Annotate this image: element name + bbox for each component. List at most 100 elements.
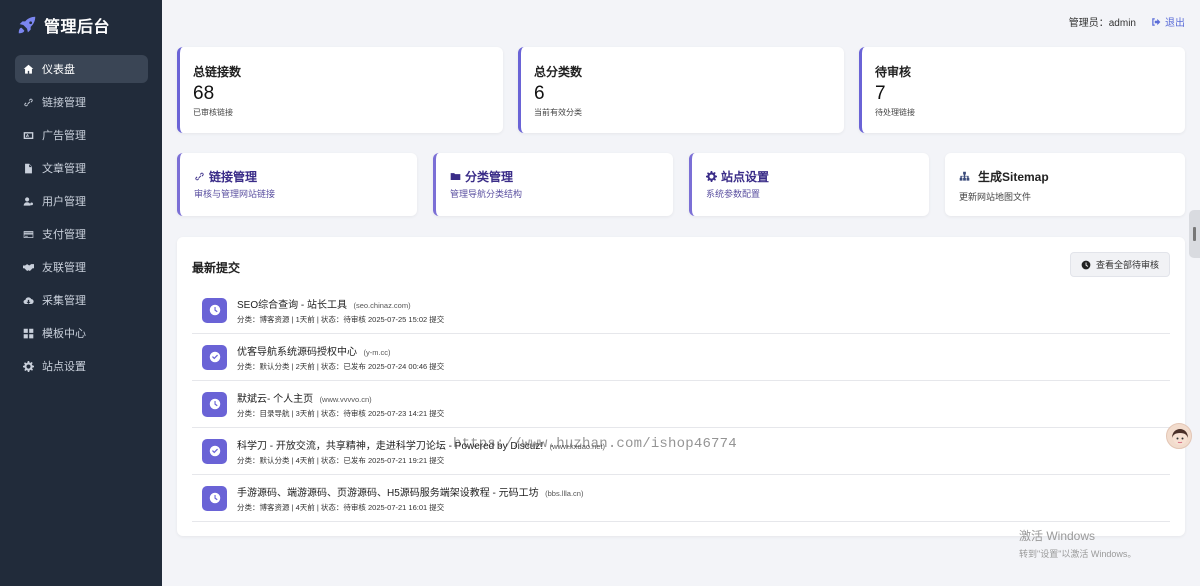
stat-title: 待审核: [875, 65, 912, 79]
status-badge: [202, 485, 227, 511]
check-circle-icon: [209, 351, 220, 363]
activation-subtitle: 转到"设置"以激活 Windows。: [1019, 549, 1137, 559]
sidebar-item-templates[interactable]: 模板中心: [15, 319, 148, 347]
ad-icon: [23, 130, 34, 141]
clock-icon: [209, 492, 220, 504]
list-item[interactable]: 默斌云- 个人主页 (www.vvvvo.cn) 分类：目录导航 | 3天前 |…: [192, 381, 1170, 428]
sidebar-item-label: 采集管理: [42, 295, 86, 307]
link-icon: [195, 172, 204, 181]
sidebar-item-ads[interactable]: 广告管理: [15, 121, 148, 149]
submission-name[interactable]: 优客导航系统源码授权中心: [237, 347, 357, 358]
sidebar-item-label: 站点设置: [42, 361, 86, 373]
sign-out-icon: [1152, 17, 1161, 26]
sidebar-item-articles[interactable]: 文章管理: [15, 154, 148, 182]
list-item[interactable]: 优客导航系统源码授权中心 (y-m.cc) 分类：默认分类 | 2天前 | 状态…: [192, 334, 1170, 381]
panel-title: 最新提交: [192, 261, 241, 275]
quick-link-links[interactable]: 链接管理 审核与管理网站链接: [177, 153, 417, 216]
clock-icon: [1081, 260, 1091, 269]
gear-icon: [23, 360, 34, 372]
quick-link-categories[interactable]: 分类管理 管理导航分类结构: [433, 153, 673, 216]
status-badge: [202, 391, 227, 417]
sidebar-item-settings[interactable]: 站点设置: [15, 352, 148, 380]
submission-meta: 分类：博客资源 | 1天前 | 状态：待审核 2025-07-25 15:02 …: [237, 315, 445, 325]
quick-link-title: 链接管理: [209, 170, 258, 184]
submission-list: SEO综合查询 - 站长工具 (seo.chinaz.com) 分类：博客资源 …: [192, 287, 1170, 522]
avatar-face-icon: [1172, 429, 1188, 445]
submission-meta: 分类：默认分类 | 2天前 | 状态：已发布 2025-07-24 00:46 …: [237, 362, 445, 372]
sidebar-item-label: 链接管理: [42, 97, 86, 109]
topbar: 管理员：admin 退出: [1069, 14, 1185, 29]
quick-link-subtitle: 系统参数配置: [706, 189, 761, 199]
submission-domain: (y-m.cc): [363, 348, 391, 358]
sidebar-item-collect[interactable]: 采集管理: [15, 286, 148, 314]
submission-meta: 分类：目录导航 | 3天前 | 状态：待审核 2025-07-23 14:21 …: [237, 409, 445, 419]
grid-icon: [23, 328, 34, 339]
link-icon: [23, 97, 34, 108]
stat-subtitle: 当前有效分类: [534, 108, 582, 117]
user-gear-icon: [23, 196, 34, 207]
list-item[interactable]: 手游源码、端游源码、页游源码、H5源码服务端架设教程 - 元码工坊 (bbs.l…: [192, 475, 1170, 522]
credit-card-icon: [23, 229, 34, 240]
quick-link-sitemap[interactable]: 生成Sitemap 更新网站地图文件: [945, 153, 1185, 216]
check-circle-icon: [209, 445, 220, 457]
submission-name[interactable]: SEO综合查询 - 站长工具: [237, 300, 347, 311]
logout-button[interactable]: 退出: [1151, 14, 1185, 29]
submission-name[interactable]: 手游源码、端游源码、页游源码、H5源码服务端架设教程 - 元码工坊: [237, 488, 539, 499]
gear-icon: [706, 171, 717, 182]
cloud-download-icon: [23, 295, 34, 306]
stat-value: 6: [534, 83, 545, 104]
handshake-icon: [23, 262, 34, 273]
sidebar-item-label: 支付管理: [42, 229, 86, 241]
main-content: 管理员：admin 退出 总链接数 68 已审核链接 总分类数 6 当前有效分类…: [162, 0, 1200, 586]
file-icon: [23, 163, 34, 174]
sidebar-item-links[interactable]: 链接管理: [15, 88, 148, 116]
dashboard-icon: [23, 64, 34, 75]
quick-link-settings[interactable]: 站点设置 系统参数配置: [689, 153, 929, 216]
brand[interactable]: 管理后台: [0, 0, 162, 50]
side-drawer-handle[interactable]: [1189, 210, 1200, 258]
sidebar-item-label: 仪表盘: [42, 64, 75, 76]
sidebar-item-label: 友联管理: [42, 262, 86, 274]
grip-icon: [1193, 227, 1196, 241]
stat-subtitle: 已审核链接: [193, 108, 233, 117]
sidebar-item-payment[interactable]: 支付管理: [15, 220, 148, 248]
stat-card-total-categories: 总分类数 6 当前有效分类: [518, 47, 844, 133]
view-all-label: 查看全部待审核: [1095, 260, 1159, 270]
clock-icon: [209, 304, 220, 316]
stat-subtitle: 待处理链接: [875, 108, 915, 117]
sidebar-item-users[interactable]: 用户管理: [15, 187, 148, 215]
status-badge: [202, 438, 227, 464]
quick-link-subtitle: 更新网站地图文件: [959, 192, 1032, 202]
clock-icon: [209, 398, 220, 410]
quick-link-title: 站点设置: [721, 170, 770, 184]
view-all-pending-button[interactable]: 查看全部待审核: [1069, 252, 1170, 277]
recent-submissions-panel: 最新提交 查看全部待审核 SEO综合查询 - 站长工具 (seo.chinaz.…: [177, 237, 1185, 536]
submission-domain: (www.vvvvo.cn): [319, 395, 372, 405]
sidebar-item-label: 文章管理: [42, 163, 86, 175]
windows-activation-notice: 激活 Windows 转到"设置"以激活 Windows。: [1019, 527, 1136, 560]
sidebar-menu: 仪表盘 链接管理 广告管理 文章管理 用户管理 支付管理 友联管理 采集管理 模…: [0, 55, 162, 380]
rocket-icon: [16, 14, 38, 36]
sidebar-item-dashboard[interactable]: 仪表盘: [15, 55, 148, 83]
assistant-avatar[interactable]: [1166, 423, 1192, 449]
activation-title: 激活 Windows: [1019, 529, 1096, 543]
stat-title: 总链接数: [193, 65, 242, 79]
stat-value: 7: [875, 83, 886, 104]
stat-title: 总分类数: [534, 65, 583, 79]
quick-link-subtitle: 管理导航分类结构: [450, 189, 523, 199]
logout-label: 退出: [1165, 18, 1185, 29]
sitemap-icon: [959, 171, 970, 181]
quick-link-title: 生成Sitemap: [978, 170, 1049, 184]
folder-icon: [450, 173, 461, 180]
status-badge: [202, 297, 227, 323]
sidebar-item-friendlinks[interactable]: 友联管理: [15, 253, 148, 281]
submission-domain: (seo.chinaz.com): [353, 301, 411, 311]
submission-name[interactable]: 默斌云- 个人主页: [237, 394, 313, 405]
stat-value: 68: [193, 83, 215, 104]
stat-card-total-links: 总链接数 68 已审核链接: [177, 47, 503, 133]
list-item[interactable]: SEO综合查询 - 站长工具 (seo.chinaz.com) 分类：博客资源 …: [192, 287, 1170, 334]
sidebar-item-label: 用户管理: [42, 196, 86, 208]
sidebar-item-label: 广告管理: [42, 130, 86, 142]
watermark-text: https://www.huzhan.com/ishop46774: [453, 436, 737, 452]
sidebar-item-label: 模板中心: [42, 328, 86, 340]
